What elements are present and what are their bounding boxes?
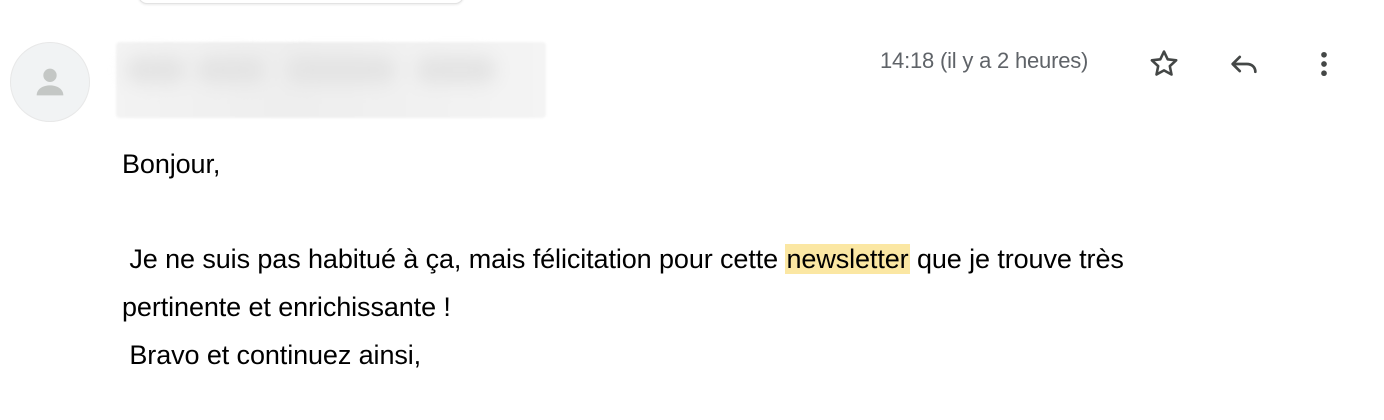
person-icon [36, 68, 64, 96]
body-line: pertinente et enrichissante ! [122, 292, 451, 322]
body-line: Bravo et continuez ainsi, [122, 340, 422, 370]
star-icon [1150, 50, 1178, 76]
more-vert-icon [1321, 51, 1327, 77]
body-greeting: Bonjour, [122, 149, 221, 179]
body-text-segment: que je trouve très [909, 244, 1124, 274]
body-text-segment: Je ne suis pas habitué à ça, mais félici… [122, 244, 786, 274]
sender-name-redacted [116, 42, 546, 118]
reply-icon [1231, 55, 1257, 74]
sender-avatar[interactable] [10, 42, 90, 122]
body-line: Je ne suis pas habitué à ça, mais félici… [122, 235, 1124, 283]
message-timestamp: 14:18 (il y a 2 heures) [880, 48, 1089, 73]
email-message: 14:18 (il y a 2 heures) Bonjour, Je ne s… [0, 0, 1384, 420]
star-button[interactable] [1144, 44, 1184, 84]
search-highlight: newsletter [785, 244, 910, 274]
previous-message-edge [138, 0, 464, 4]
more-options-button[interactable] [1304, 44, 1344, 84]
reply-button[interactable] [1224, 44, 1264, 84]
